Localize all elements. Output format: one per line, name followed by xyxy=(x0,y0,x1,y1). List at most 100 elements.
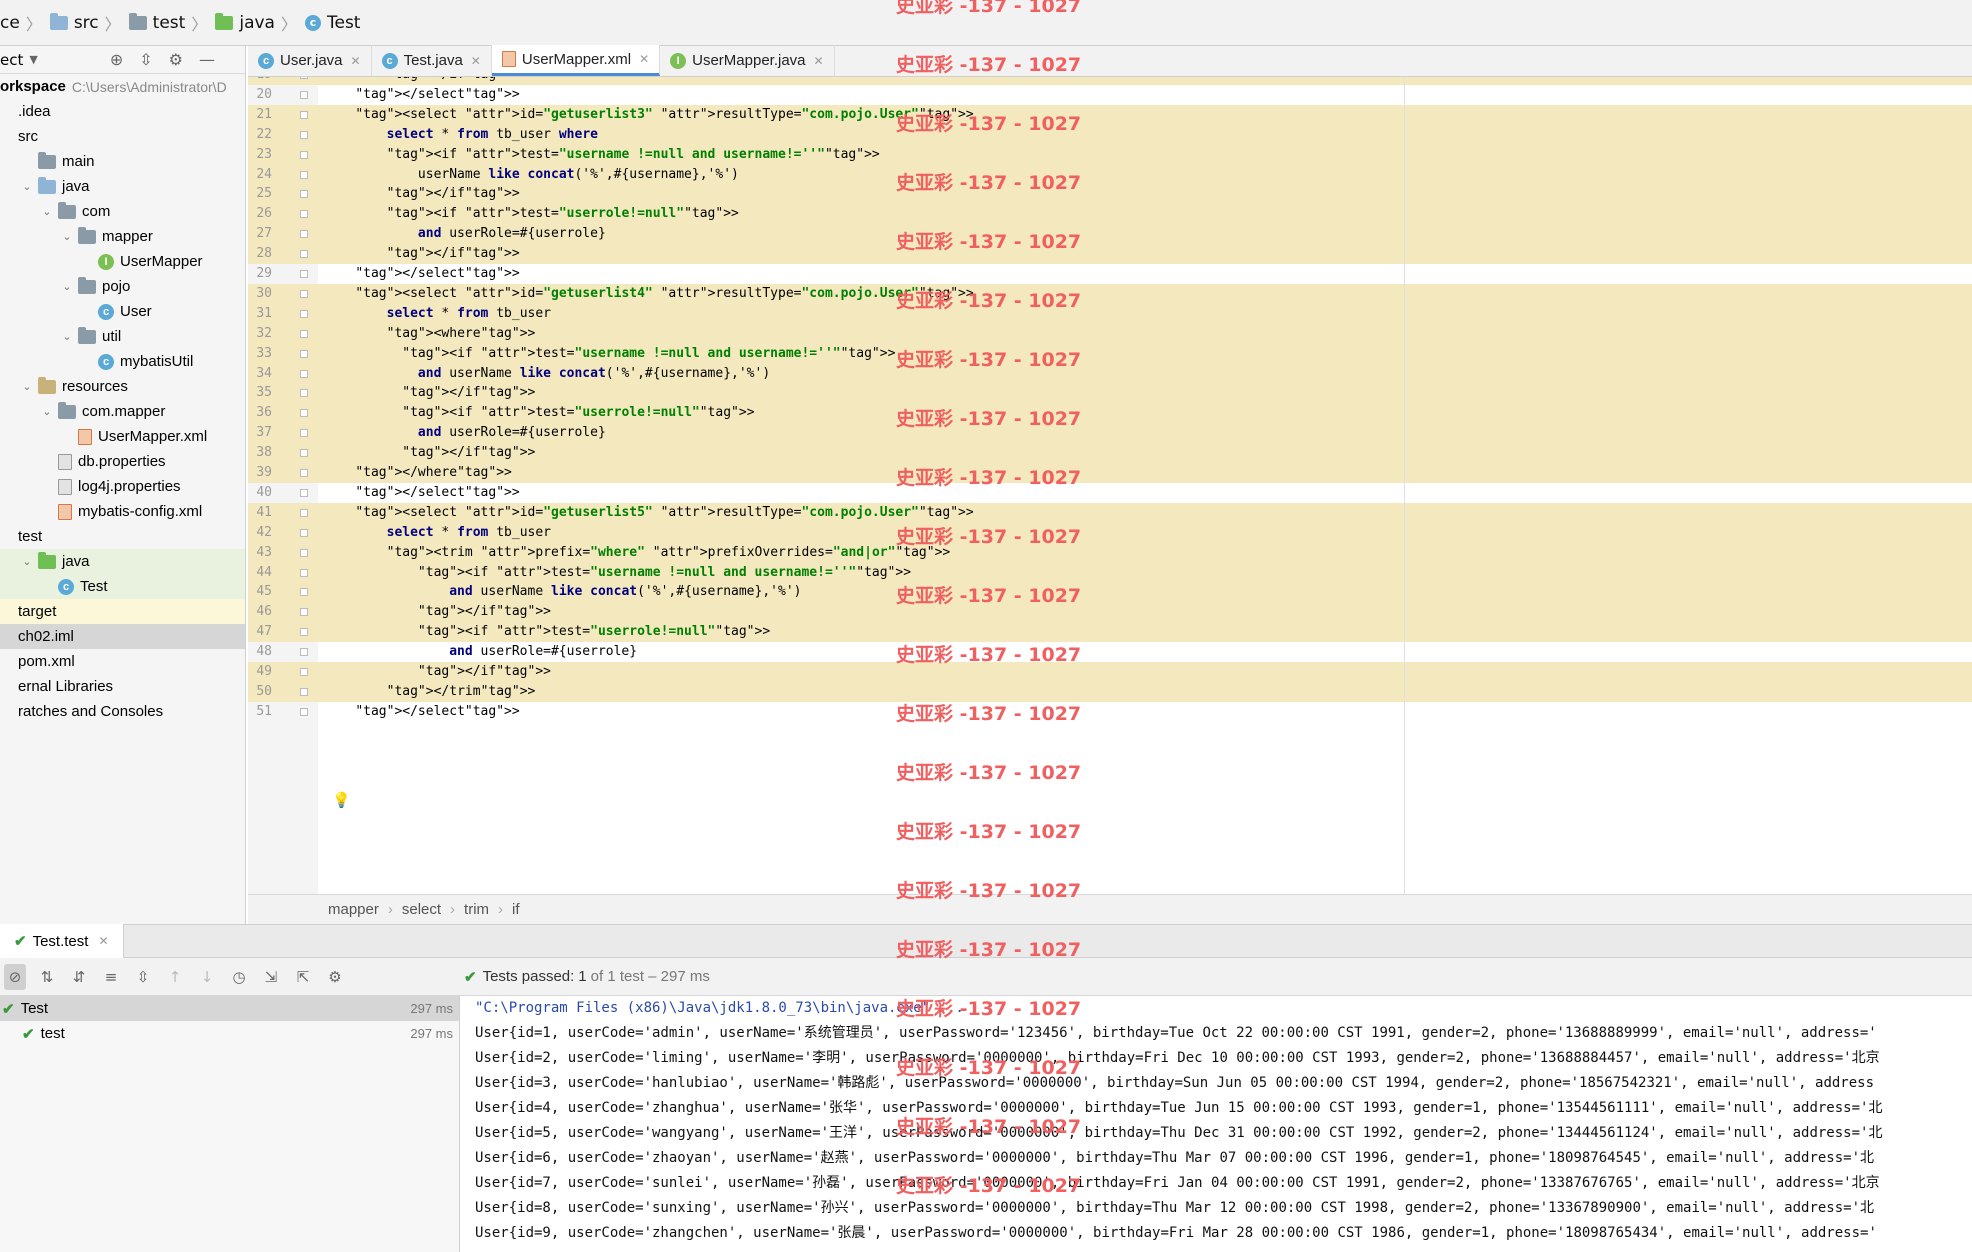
fold-marker-icon[interactable] xyxy=(300,508,308,517)
stop-icon[interactable]: ⊘ xyxy=(4,963,26,990)
structure-crumb-item[interactable]: select xyxy=(402,901,441,918)
chevron-down-icon[interactable]: ⌄ xyxy=(60,230,74,243)
chevron-down-icon[interactable]: ⌄ xyxy=(60,330,74,343)
editor-tab[interactable]: UserMapper.xml ✕ xyxy=(491,45,661,76)
tree-item[interactable]: ⌄ pojo xyxy=(0,274,245,299)
fold-marker-icon[interactable] xyxy=(300,409,308,418)
fold-marker-icon[interactable] xyxy=(300,90,308,99)
tree-item[interactable]: pom.xml xyxy=(0,649,245,674)
fold-marker-icon[interactable] xyxy=(300,250,308,259)
tree-item[interactable]: I UserMapper xyxy=(0,249,245,274)
tree-item[interactable]: test xyxy=(0,524,245,549)
breadcrumb-item[interactable]: c Test xyxy=(304,0,360,46)
close-tab-icon[interactable]: ✕ xyxy=(351,54,361,68)
project-view-selector[interactable]: ect ▼ xyxy=(0,51,38,69)
prev-failed-icon[interactable]: ↑ xyxy=(164,968,186,986)
fold-marker-icon[interactable] xyxy=(300,488,308,497)
close-tab-icon[interactable]: ✕ xyxy=(639,52,649,66)
collapse-all-icon[interactable]: ⇳ xyxy=(132,968,154,986)
chevron-down-icon[interactable]: ⌄ xyxy=(60,280,74,293)
fold-marker-icon[interactable] xyxy=(300,230,308,239)
tree-item[interactable]: orkspace C:\Users\Administrator\D xyxy=(0,74,245,99)
tree-item[interactable]: target xyxy=(0,599,245,624)
editor-tab[interactable]: I UserMapper.java ✕ xyxy=(660,45,835,76)
tree-item[interactable]: ⌄ resources xyxy=(0,374,245,399)
test-tree-item[interactable]: ✔ test 297 ms xyxy=(0,1021,459,1046)
tree-item[interactable]: ⌄ mapper xyxy=(0,224,245,249)
tree-item[interactable]: ernal Libraries xyxy=(0,674,245,699)
editor-tab[interactable]: c Test.java ✕ xyxy=(372,45,492,76)
chevron-down-icon[interactable]: ⌄ xyxy=(20,555,34,568)
tree-item[interactable]: ⌄ com xyxy=(0,199,245,224)
fold-marker-icon[interactable] xyxy=(300,77,308,79)
fold-marker-icon[interactable] xyxy=(300,110,308,119)
console-output[interactable]: "C:\Program Files (x86)\Java\jdk1.8.0_73… xyxy=(461,996,1972,1252)
fold-marker-icon[interactable] xyxy=(300,389,308,398)
editor-tab[interactable]: c User.java ✕ xyxy=(248,45,372,76)
collapse-all-icon[interactable]: ⇳ xyxy=(139,50,152,69)
fold-marker-icon[interactable] xyxy=(300,170,308,179)
chevron-down-icon[interactable]: ⌄ xyxy=(20,180,34,193)
fold-marker-icon[interactable] xyxy=(300,628,308,637)
tree-item[interactable]: src xyxy=(0,124,245,149)
expand-all-icon[interactable]: ≡ xyxy=(100,968,122,986)
fold-marker-icon[interactable] xyxy=(300,309,308,318)
tree-item[interactable]: UserMapper.xml xyxy=(0,424,245,449)
close-tab-icon[interactable]: ✕ xyxy=(471,54,481,68)
breadcrumb-item[interactable]: ce 〉 xyxy=(0,0,50,46)
tree-item[interactable]: .idea xyxy=(0,99,245,124)
test-tree-item[interactable]: ✔ Test 297 ms xyxy=(0,996,459,1021)
tree-item[interactable]: c Test xyxy=(0,574,245,599)
fold-marker-icon[interactable] xyxy=(300,707,308,716)
fold-marker-icon[interactable] xyxy=(300,548,308,557)
gear-icon[interactable]: ⚙ xyxy=(169,50,183,69)
tree-item[interactable]: ⌄ java xyxy=(0,549,245,574)
code-editor[interactable]: 19 "tag"></if"tag">>20 "tag"></select"ta… xyxy=(248,77,1972,894)
chevron-down-icon[interactable]: ⌄ xyxy=(20,380,34,393)
close-tab-icon[interactable]: ✕ xyxy=(814,54,824,68)
minimize-icon[interactable]: — xyxy=(199,50,215,69)
chevron-down-icon[interactable]: ⌄ xyxy=(40,205,54,218)
tree-item[interactable]: c User xyxy=(0,299,245,324)
fold-marker-icon[interactable] xyxy=(300,648,308,657)
sort-alpha-icon[interactable]: ⇅ xyxy=(36,968,58,986)
fold-marker-icon[interactable] xyxy=(300,528,308,537)
tree-item[interactable]: ch02.iml xyxy=(0,624,245,649)
fold-marker-icon[interactable] xyxy=(300,429,308,438)
intention-bulb-icon[interactable]: 💡 xyxy=(332,791,351,809)
import-tests-icon[interactable]: ⇲ xyxy=(260,968,282,986)
fold-marker-icon[interactable] xyxy=(300,449,308,458)
structure-crumb-item[interactable]: if xyxy=(512,901,520,918)
fold-marker-icon[interactable] xyxy=(300,349,308,358)
close-tab-icon[interactable]: ✕ xyxy=(98,934,108,948)
gear-icon[interactable]: ⚙ xyxy=(324,968,346,986)
history-icon[interactable]: ◷ xyxy=(228,968,250,986)
tree-item[interactable]: log4j.properties xyxy=(0,474,245,499)
fold-marker-icon[interactable] xyxy=(300,469,308,477)
target-icon[interactable]: ⊕ xyxy=(110,50,123,69)
structure-crumb-item[interactable]: mapper xyxy=(328,901,379,918)
breadcrumb-item[interactable]: test 〉 xyxy=(128,0,216,46)
fold-marker-icon[interactable] xyxy=(300,150,308,159)
fold-marker-icon[interactable] xyxy=(300,210,308,219)
run-tab-test[interactable]: ✔ Test.test ✕ xyxy=(0,924,124,958)
tree-item[interactable]: ⌄ util xyxy=(0,324,245,349)
fold-marker-icon[interactable] xyxy=(300,668,308,676)
fold-marker-icon[interactable] xyxy=(300,588,308,597)
fold-marker-icon[interactable] xyxy=(300,130,308,139)
chevron-down-icon[interactable]: ⌄ xyxy=(40,405,54,418)
fold-marker-icon[interactable] xyxy=(300,608,308,617)
tree-item[interactable]: ratches and Consoles xyxy=(0,699,245,724)
breadcrumb-item[interactable]: java 〉 xyxy=(215,0,305,46)
breadcrumb-item[interactable]: src 〉 xyxy=(49,0,129,46)
structure-crumb-item[interactable]: trim xyxy=(464,901,489,918)
fold-marker-icon[interactable] xyxy=(300,568,308,577)
export-tests-icon[interactable]: ⇱ xyxy=(292,968,314,986)
sort-duration-icon[interactable]: ⇵ xyxy=(68,968,90,986)
tree-item[interactable]: ⌄ com.mapper xyxy=(0,399,245,424)
fold-marker-icon[interactable] xyxy=(300,190,308,199)
tree-item[interactable]: c mybatisUtil xyxy=(0,349,245,374)
tree-item[interactable]: mybatis-config.xml xyxy=(0,499,245,524)
fold-marker-icon[interactable] xyxy=(300,270,308,278)
tree-item[interactable]: main xyxy=(0,149,245,174)
